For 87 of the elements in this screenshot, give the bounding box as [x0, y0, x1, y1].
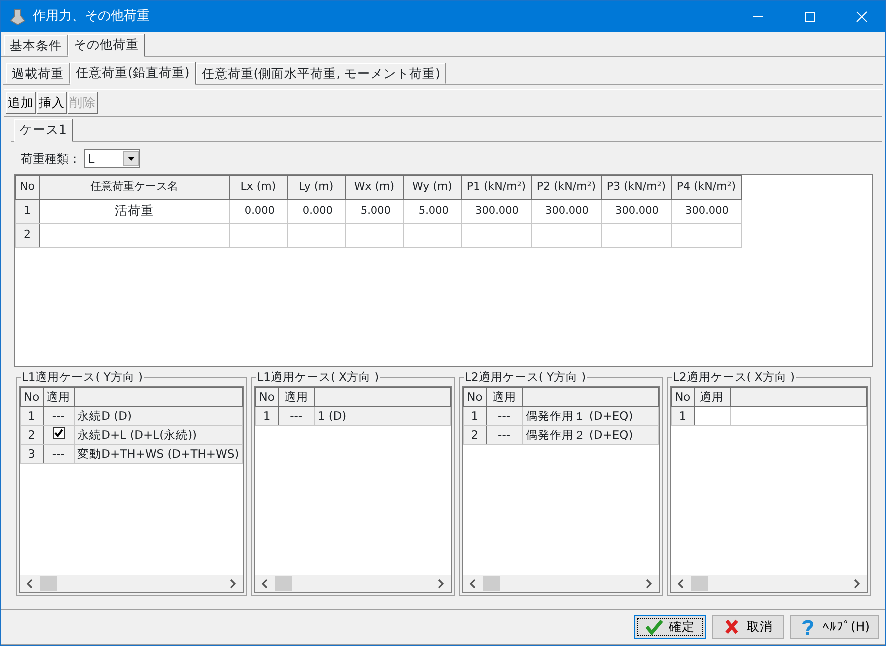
tab[interactable]: ケース1 — [14, 119, 73, 142]
column-header: No — [464, 388, 486, 407]
tab[interactable]: 基本条件 — [4, 35, 68, 56]
table-cell: --- — [278, 406, 314, 426]
column-header: P2 (kN/m²) — [531, 176, 602, 200]
column-header: No — [20, 388, 44, 407]
table-cell: --- — [43, 444, 74, 464]
table-cell: 300.000 — [461, 200, 532, 224]
load-type-dropdown[interactable]: L — [84, 149, 140, 168]
row-header: 3 — [20, 444, 44, 464]
column-header: P4 (kN/m²) — [671, 176, 742, 200]
scroll-right-icon[interactable] — [852, 578, 861, 588]
column-header: P3 (kN/m²) — [601, 176, 672, 200]
toolbar-button[interactable]: 追加 — [6, 92, 36, 114]
table-cell: 5.000 — [403, 200, 462, 224]
table-cell — [287, 224, 346, 248]
table-cell: 0.000 — [229, 200, 288, 224]
row-header: 1 — [16, 200, 40, 224]
table-cell: 300.000 — [531, 200, 602, 224]
field-label: 荷重種類： — [21, 150, 81, 168]
table-cell: 0.000 — [287, 200, 346, 224]
row-header: 1 — [20, 406, 44, 426]
dialog-button[interactable]: 確定 — [634, 615, 706, 639]
row-header: 1 — [464, 406, 486, 426]
table-cell — [671, 224, 742, 248]
column-header: Lx (m) — [229, 176, 288, 200]
dialog-button[interactable]: 取消 — [712, 615, 784, 639]
table-cell — [403, 224, 462, 248]
group-title: L2適用ケース( X方向 ) — [672, 370, 796, 386]
table-cell — [229, 224, 288, 248]
scrollbar-thumb[interactable] — [691, 576, 708, 591]
column-header: Ly (m) — [287, 176, 346, 200]
app-icon — [9, 8, 27, 26]
scroll-left-icon[interactable] — [469, 578, 478, 588]
column-header: P1 (kN/m²) — [461, 176, 532, 200]
scrollbar-thumb[interactable] — [40, 576, 57, 591]
row-header: 2 — [20, 426, 44, 445]
column-header: No — [672, 388, 694, 407]
table-cell — [345, 224, 404, 248]
row-header: 2 — [16, 224, 40, 248]
horizontal-scrollbar[interactable] — [255, 575, 452, 592]
table-cell: 300.000 — [601, 200, 672, 224]
checkbox[interactable] — [52, 426, 65, 439]
column-header: 適用 — [694, 388, 730, 407]
row-header: 2 — [464, 426, 486, 445]
scroll-right-icon[interactable] — [437, 578, 446, 588]
scrollbar-thumb[interactable] — [483, 576, 500, 591]
row-header: 1 — [256, 406, 278, 426]
table-cell: 300.000 — [671, 200, 742, 224]
table-cell — [601, 224, 672, 248]
column-header: 適用 — [486, 388, 522, 407]
column-header: 任意荷重ケース名 — [39, 176, 230, 200]
scroll-right-icon[interactable] — [645, 578, 654, 588]
tab[interactable]: 任意荷重(側面水平荷重, モーメント荷重) — [196, 63, 446, 84]
check-icon — [644, 618, 663, 636]
scrollbar-thumb[interactable] — [275, 576, 292, 591]
column-header: 適用 — [278, 388, 314, 407]
group-title: L1適用ケース( X方向 ) — [256, 370, 380, 386]
toolbar-button[interactable]: 挿入 — [37, 92, 67, 114]
column-header: 適用 — [43, 388, 74, 407]
row-header: 1 — [672, 406, 694, 426]
group-title: L2適用ケース( Y方向 ) — [464, 370, 588, 386]
column-header: No — [256, 388, 278, 407]
window-title: 作用力、その他荷重 — [33, 8, 150, 26]
tab[interactable]: 過載荷重 — [6, 63, 70, 84]
horizontal-scrollbar[interactable] — [671, 575, 867, 592]
dialog-button[interactable]: ﾍﾙﾌﾟ(H) — [790, 615, 879, 639]
tab[interactable]: 任意荷重(鉛直荷重) — [70, 62, 196, 85]
table-cell — [461, 224, 532, 248]
table-cell: --- — [486, 426, 522, 445]
table-cell — [531, 224, 602, 248]
scroll-left-icon[interactable] — [677, 578, 686, 588]
column-header: Wx (m) — [345, 176, 404, 200]
group-title: L1適用ケース( Y方向 ) — [21, 370, 144, 386]
table-cell: 1 (D) — [314, 406, 451, 426]
table-cell: 偶発作用２ (D+EQ) — [522, 426, 659, 445]
table-cell: 活荷重 — [39, 200, 230, 224]
tab[interactable]: その他荷重 — [68, 34, 145, 57]
table-cell: 変動D+TH+WS (D+TH+WS) — [74, 444, 243, 464]
scroll-left-icon[interactable] — [261, 578, 270, 588]
scroll-right-icon[interactable] — [229, 578, 238, 588]
scroll-left-icon[interactable] — [26, 578, 34, 588]
horizontal-scrollbar[interactable] — [20, 575, 244, 592]
table-cell: 5.000 — [345, 200, 404, 224]
column-header: Wy (m) — [403, 176, 462, 200]
column-header: No — [16, 176, 40, 200]
horizontal-scrollbar[interactable] — [463, 575, 660, 592]
